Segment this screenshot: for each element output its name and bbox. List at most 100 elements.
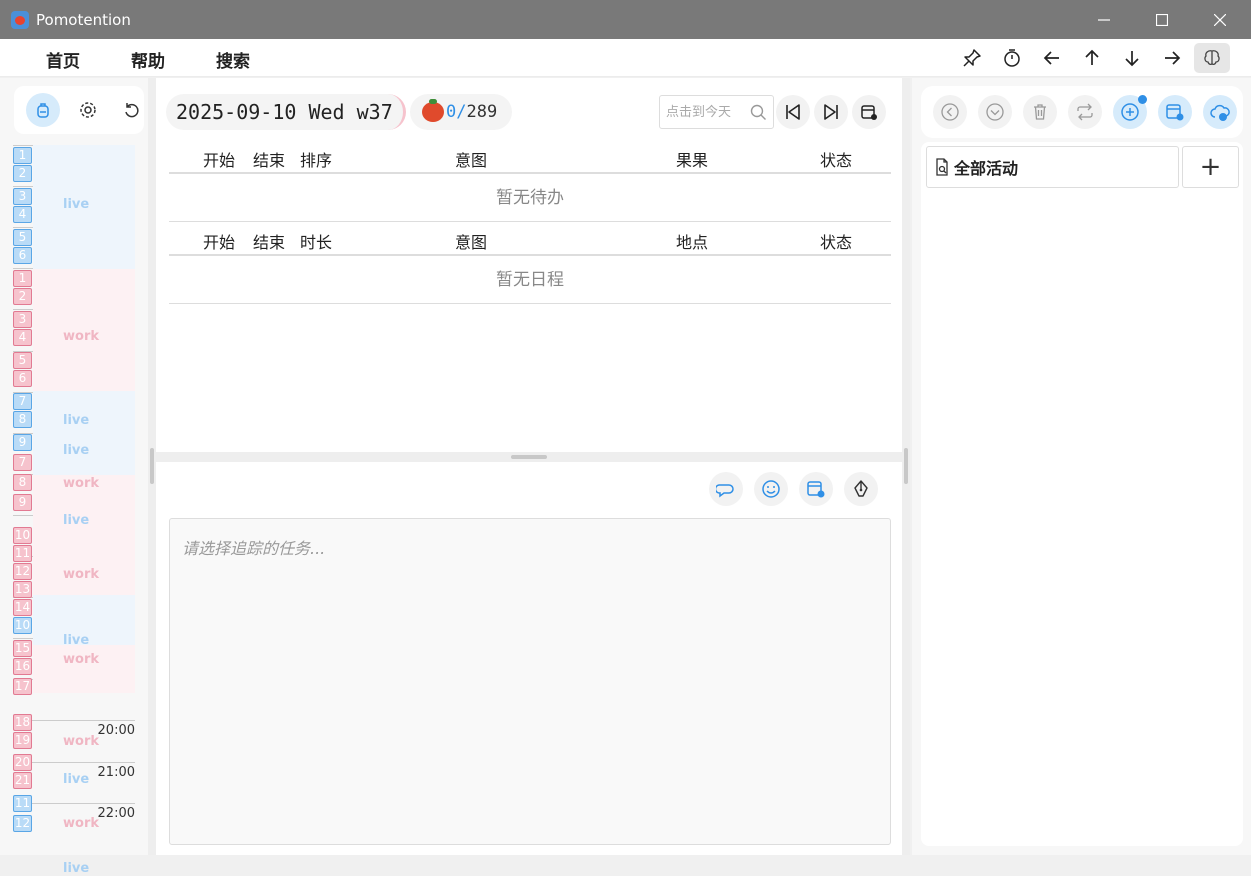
timeline-slot[interactable]: 10 [13, 617, 32, 634]
tracker-input[interactable] [169, 518, 891, 845]
timeline-slot[interactable]: 21 [13, 772, 32, 789]
timeline-slot[interactable]: 11 [13, 545, 32, 562]
undo-button[interactable] [115, 93, 149, 127]
schedule-col-end[interactable]: 结束 [253, 229, 285, 253]
close-button[interactable] [1191, 0, 1249, 39]
brain-icon [1204, 50, 1220, 66]
maximize-button[interactable] [1133, 0, 1191, 39]
minimize-button[interactable] [1075, 0, 1133, 39]
arrow-left-button[interactable] [1040, 46, 1064, 70]
right-splitter[interactable] [902, 78, 910, 855]
pen-nib-icon [854, 480, 868, 497]
timeline-slot[interactable]: 9 [13, 494, 32, 511]
expand-down-button[interactable] [978, 95, 1012, 129]
timeline-slot[interactable]: 6 [13, 247, 32, 264]
timeline-slot[interactable]: 14 [13, 599, 32, 616]
timeline-slot[interactable]: 1 [13, 147, 32, 164]
todo-col-start[interactable]: 开始 [203, 147, 235, 171]
timeline-slot[interactable]: 7 [13, 393, 32, 410]
arrow-right-icon [1165, 51, 1181, 65]
activity-panel: 全部活动 + [912, 78, 1251, 855]
repeat-button[interactable] [1068, 95, 1102, 129]
tomato-counter[interactable]: 0 / 289 [410, 94, 512, 130]
menu-help[interactable]: 帮助 [131, 47, 165, 72]
timeline-slot[interactable]: 1 [13, 270, 32, 287]
todo-col-order[interactable]: 排序 [300, 147, 332, 171]
todo-col-intent[interactable]: 意图 [455, 147, 487, 171]
timeline-slot[interactable]: 9 [13, 434, 32, 451]
timeline-slot[interactable]: 11 [13, 795, 32, 812]
tracker-speak-button[interactable] [709, 472, 743, 506]
timeline-slot[interactable]: 8 [13, 474, 32, 491]
timeline-slot[interactable]: 19 [13, 732, 32, 749]
timeline-slot[interactable]: 18 [13, 714, 32, 731]
pin-button[interactable] [960, 46, 984, 70]
todo-col-fruit[interactable]: 果果 [676, 147, 708, 171]
collapse-left-button[interactable] [933, 95, 967, 129]
schedule-col-intent[interactable]: 意图 [455, 229, 487, 253]
timeline-slot[interactable]: 15 [13, 640, 32, 657]
schedule-col-location[interactable]: 地点 [676, 229, 708, 253]
center-splitter[interactable] [156, 452, 902, 462]
arrow-up-button[interactable] [1080, 46, 1104, 70]
calendar-settings-button[interactable] [852, 95, 886, 129]
todo-col-end[interactable]: 结束 [253, 147, 285, 171]
timeline-slot[interactable]: 4 [13, 206, 32, 223]
timeline-segment-label: live [63, 513, 90, 528]
arrow-down-button[interactable] [1120, 46, 1144, 70]
timeline-slot[interactable]: 17 [13, 678, 32, 695]
tracker-calendar-button[interactable] [799, 472, 833, 506]
calendar-info-icon [807, 481, 825, 498]
date-search-box[interactable] [659, 95, 774, 129]
search-icon[interactable] [750, 104, 767, 121]
activity-filter[interactable]: 全部活动 [926, 146, 1179, 188]
timeline-slot[interactable]: 10 [13, 527, 32, 544]
timeline-panel: 06:0007:0008:0009:0010:0011:0012:0013:00… [0, 78, 149, 876]
timeline-slot[interactable]: 3 [13, 311, 32, 328]
tomato-separator: / [456, 102, 467, 122]
schedule-col-duration[interactable]: 时长 [300, 229, 332, 253]
first-day-button[interactable] [776, 95, 810, 129]
timer-button[interactable] [1000, 46, 1024, 70]
add-activity-plus-button[interactable]: + [1182, 146, 1239, 188]
tracker-pen-button[interactable] [844, 472, 878, 506]
timeline-slot[interactable]: 13 [13, 581, 32, 598]
timeline-segment-label: work [63, 329, 99, 344]
timeline-slot[interactable]: 6 [13, 370, 32, 387]
timeline-slot[interactable]: 8 [13, 411, 32, 428]
menu-home[interactable]: 首页 [46, 47, 80, 72]
brain-button[interactable] [1194, 43, 1230, 73]
last-day-button[interactable] [814, 95, 848, 129]
timeline-slot[interactable]: 4 [13, 329, 32, 346]
timeline-hour-label: 20:00 [97, 723, 135, 739]
timeline-slot[interactable]: 12 [13, 815, 32, 832]
add-schedule-button[interactable] [1158, 95, 1192, 129]
timeline-slot[interactable]: 5 [13, 352, 32, 369]
delete-button[interactable] [1023, 95, 1057, 129]
timeline-slot[interactable]: 20 [13, 754, 32, 771]
timeline-segment-label: live [63, 772, 90, 787]
timeline-slot[interactable]: 16 [13, 658, 32, 675]
current-date[interactable]: 2025-09-10 Wed w37 [166, 94, 406, 130]
todo-col-status[interactable]: 状态 [820, 147, 852, 171]
schedule-col-status[interactable]: 状态 [820, 229, 852, 253]
timeline-slot[interactable]: 5 [13, 229, 32, 246]
settings-button[interactable] [71, 93, 105, 127]
activity-toolbar [921, 86, 1243, 138]
close-icon [1214, 13, 1226, 26]
timeline-slot[interactable]: 7 [13, 454, 32, 471]
timeline-slot[interactable]: 2 [13, 165, 32, 182]
menu-search[interactable]: 搜索 [216, 47, 250, 72]
timeline-slot[interactable]: 2 [13, 288, 32, 305]
date-search-input[interactable] [660, 96, 748, 128]
add-activity-button[interactable] [1113, 95, 1147, 129]
timeline-slot[interactable]: 12 [13, 563, 32, 580]
backpack-button[interactable] [26, 93, 60, 127]
left-splitter[interactable] [148, 78, 156, 855]
schedule-col-start[interactable]: 开始 [203, 229, 235, 253]
tracker-emoji-button[interactable] [754, 472, 788, 506]
cloud-sync-button[interactable] [1203, 95, 1237, 129]
arrow-right-button[interactable] [1160, 46, 1184, 70]
timeline-slot[interactable]: 3 [13, 188, 32, 205]
chevron-down-icon [986, 103, 1004, 121]
